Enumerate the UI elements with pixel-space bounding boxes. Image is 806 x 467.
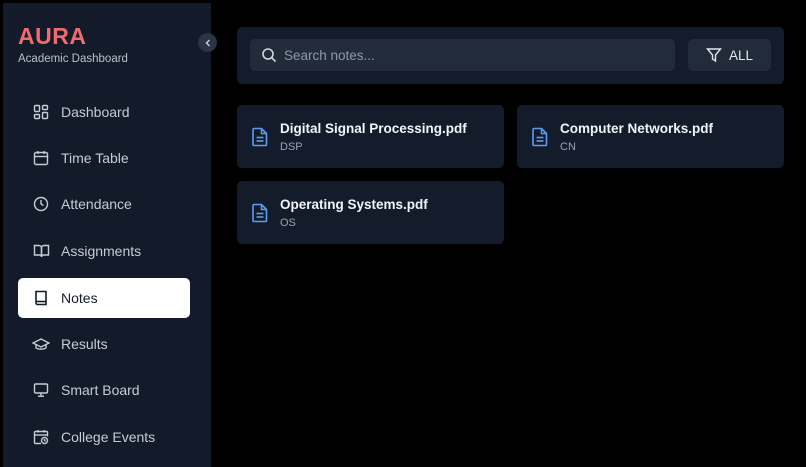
filter-label: ALL xyxy=(728,47,754,63)
open-book-icon xyxy=(32,242,50,260)
note-title: Digital Signal Processing.pdf xyxy=(280,121,467,136)
monitor-icon xyxy=(32,381,50,399)
notebook-icon xyxy=(32,289,50,307)
calendar-clock-icon xyxy=(32,428,50,446)
app-window: AURA Academic Dashboard Dashboard Time T… xyxy=(0,0,806,467)
sidebar-item-assignments[interactable]: Assignments xyxy=(18,231,190,271)
sidebar-item-smart-board[interactable]: Smart Board xyxy=(18,370,190,410)
sidebar-item-time-table[interactable]: Time Table xyxy=(18,138,190,178)
collapse-sidebar-button[interactable] xyxy=(198,33,217,52)
search-toolbar: ALL xyxy=(237,27,784,84)
search-input[interactable] xyxy=(284,47,664,63)
sidebar-item-label: Time Table xyxy=(61,150,129,166)
chevron-left-icon xyxy=(203,38,213,48)
sidebar-item-college-events[interactable]: College Events xyxy=(18,417,190,457)
search-box[interactable] xyxy=(250,39,675,71)
note-card[interactable]: Computer Networks.pdf CN xyxy=(517,105,784,168)
sidebar-item-attendance[interactable]: Attendance xyxy=(18,184,190,224)
filter-funnel-icon xyxy=(705,47,722,63)
graduation-cap-icon xyxy=(32,335,50,353)
brand-subtitle: Academic Dashboard xyxy=(18,53,128,65)
note-subject-code: OS xyxy=(280,217,296,229)
file-document-icon xyxy=(251,203,269,223)
dashboard-grid-icon xyxy=(32,103,50,121)
file-document-icon xyxy=(251,127,269,147)
filter-button[interactable]: ALL xyxy=(688,39,771,71)
brand-title: AURA xyxy=(18,23,87,49)
note-title: Operating Systems.pdf xyxy=(280,197,428,212)
note-card[interactable]: Operating Systems.pdf OS xyxy=(237,181,504,244)
sidebar-item-label: College Events xyxy=(61,429,156,445)
sidebar: AURA Academic Dashboard Dashboard Time T… xyxy=(3,3,211,467)
calendar-icon xyxy=(32,149,50,167)
sidebar-item-label: Notes xyxy=(61,290,98,306)
clock-icon xyxy=(32,195,50,213)
sidebar-item-notes[interactable]: Notes xyxy=(18,278,190,318)
search-icon xyxy=(261,47,277,63)
note-card[interactable]: Digital Signal Processing.pdf DSP xyxy=(237,105,504,168)
sidebar-item-dashboard[interactable]: Dashboard xyxy=(18,92,190,132)
sidebar-item-label: Assignments xyxy=(61,243,142,259)
sidebar-item-results[interactable]: Results xyxy=(18,324,190,364)
sidebar-item-label: Dashboard xyxy=(61,104,130,120)
sidebar-item-label: Attendance xyxy=(61,196,132,212)
note-subject-code: CN xyxy=(560,141,576,153)
note-subject-code: DSP xyxy=(280,141,303,153)
file-document-icon xyxy=(531,127,549,147)
sidebar-item-label: Results xyxy=(61,336,108,352)
sidebar-item-label: Smart Board xyxy=(61,382,140,398)
note-title: Computer Networks.pdf xyxy=(560,121,714,136)
